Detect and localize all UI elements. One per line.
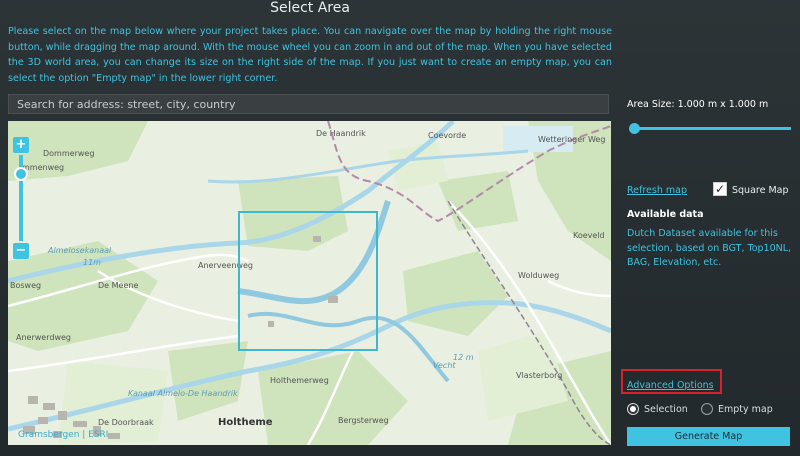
map-label: De Meene bbox=[98, 281, 139, 290]
empty-map-radio[interactable] bbox=[701, 403, 713, 415]
map-label: De Haandrik bbox=[316, 129, 366, 138]
map-label: Vecht bbox=[433, 361, 456, 370]
map-label: Wolduweg bbox=[518, 271, 560, 280]
generate-map-button[interactable]: Generate Map bbox=[627, 427, 790, 446]
map-label: Bosweg bbox=[10, 281, 42, 290]
map-label: Vlasterborg bbox=[516, 371, 563, 380]
zoom-slider-handle[interactable] bbox=[14, 167, 28, 181]
selection-radio-label: Selection bbox=[644, 404, 688, 415]
map-label: 11m bbox=[83, 258, 101, 267]
map-label: Wetteringer Weg bbox=[538, 135, 606, 144]
map-label: Coevorde bbox=[428, 131, 467, 140]
instructions-text: Please select on the map below where you… bbox=[8, 26, 612, 84]
area-size-label: Area Size: 1.000 m x 1.000 m bbox=[627, 99, 769, 110]
empty-map-radio-label: Empty map bbox=[718, 404, 773, 415]
map-label: De Doorbraak bbox=[98, 418, 154, 427]
area-size-slider-track[interactable] bbox=[635, 127, 791, 130]
zoom-in-button[interactable]: + bbox=[13, 137, 29, 153]
map-label: Anerwerdweg bbox=[16, 333, 71, 342]
address-search-input[interactable] bbox=[8, 94, 609, 114]
zoom-out-button[interactable]: − bbox=[13, 243, 29, 259]
advanced-options-link[interactable]: Advanced Options bbox=[627, 380, 714, 391]
map-label: 12 m bbox=[453, 353, 474, 362]
selection-radio[interactable] bbox=[627, 403, 639, 415]
map-attribution: Gramsbergen | ESRI bbox=[18, 430, 109, 440]
map-label: Holthemerweg bbox=[270, 376, 329, 385]
area-size-slider-handle[interactable] bbox=[629, 123, 640, 134]
map-label: Holtheme bbox=[218, 417, 273, 428]
available-data-text: Dutch Dataset available for this selecti… bbox=[627, 228, 792, 268]
map-label: mmenweg bbox=[22, 163, 65, 172]
refresh-map-link[interactable]: Refresh map bbox=[627, 185, 687, 196]
available-data-title: Available data bbox=[627, 209, 704, 220]
map-label: Koeveld bbox=[573, 231, 605, 240]
square-map-checkbox[interactable]: ✓ bbox=[713, 182, 727, 196]
map-label: Bergsterweg bbox=[338, 416, 389, 425]
checkmark-icon: ✓ bbox=[714, 182, 726, 196]
page-title: Select Area bbox=[270, 0, 350, 16]
map-label: Dommerweg bbox=[43, 149, 95, 158]
map-label: Kanaal Almelo-De Haandrik bbox=[128, 389, 238, 398]
map-view[interactable]: mmenweg Bosweg Almelosekanaal De Meene A… bbox=[8, 121, 611, 445]
square-map-label: Square Map bbox=[732, 185, 789, 196]
map-label: Almelosekanaal bbox=[48, 246, 112, 255]
selection-area-box[interactable] bbox=[238, 211, 378, 351]
